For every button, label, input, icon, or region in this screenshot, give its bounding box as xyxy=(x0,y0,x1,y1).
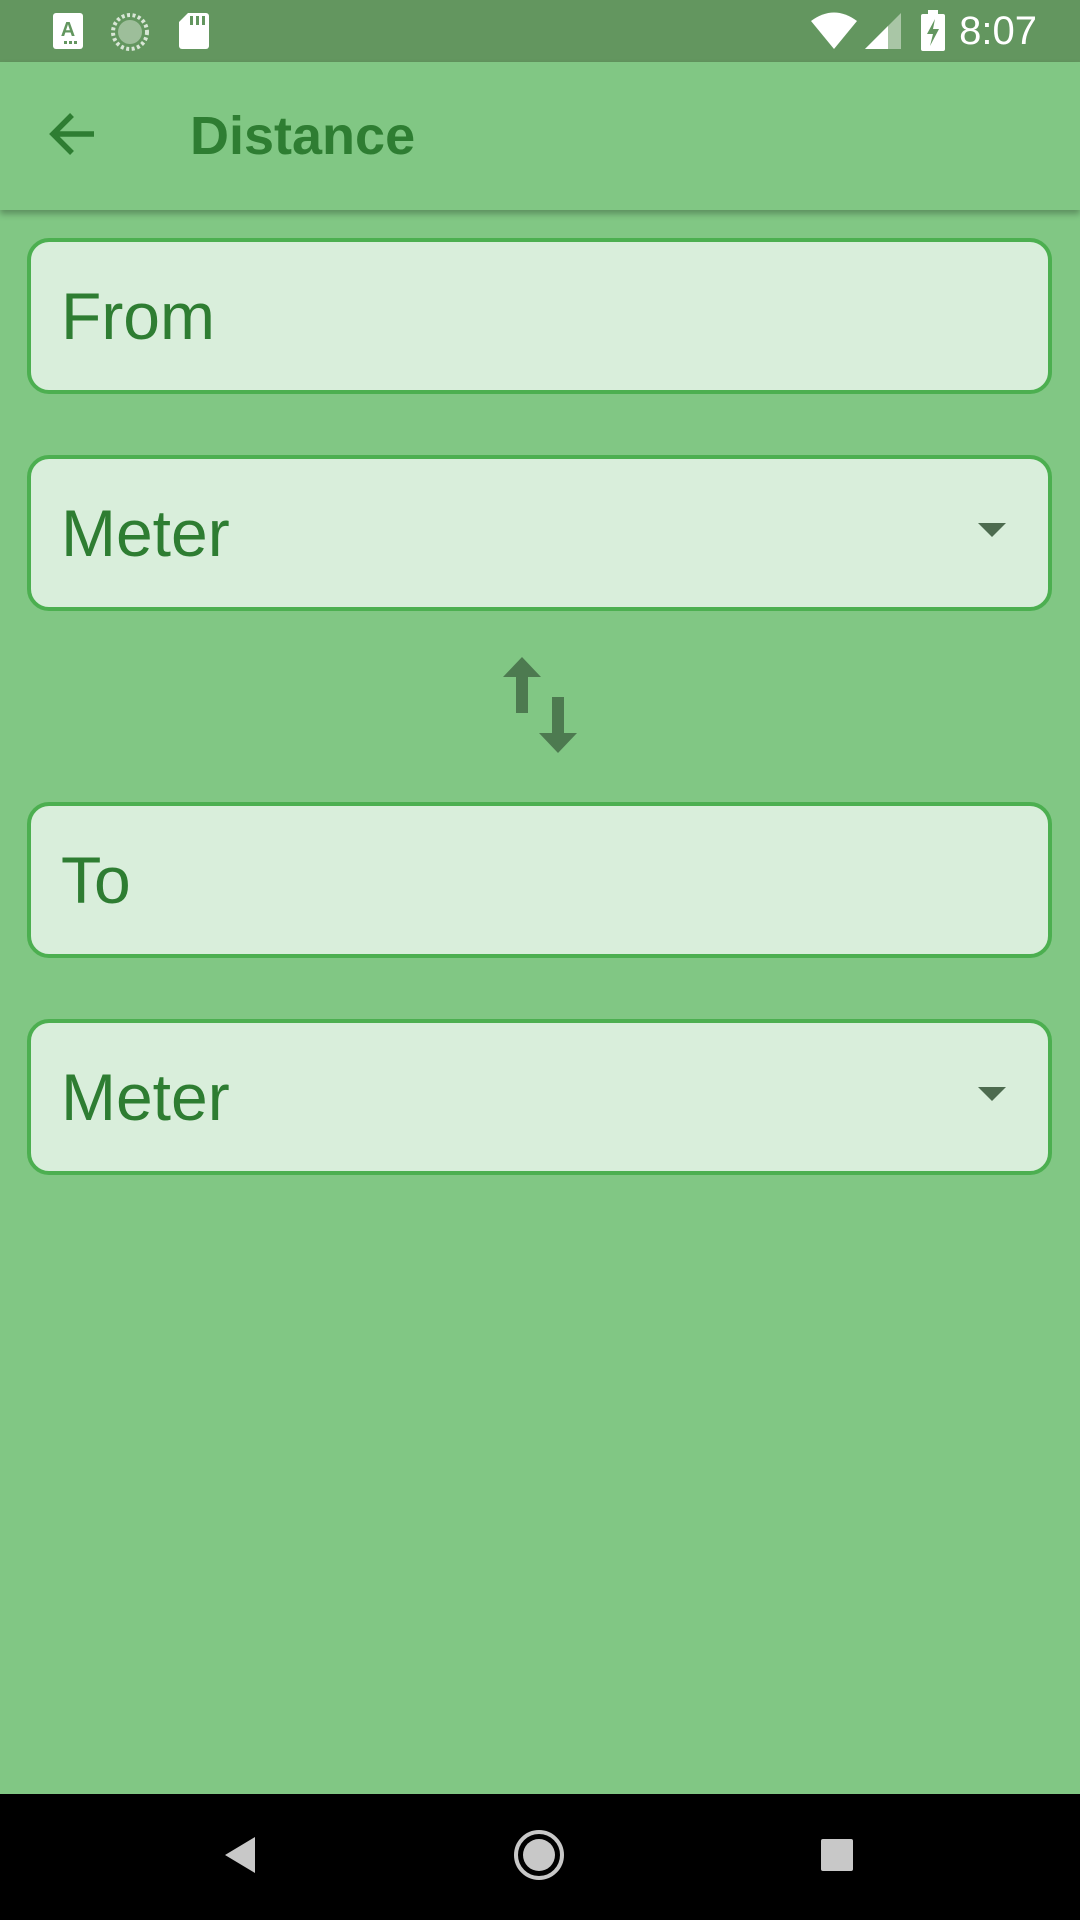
nav-home-button[interactable] xyxy=(504,1822,574,1892)
from-unit-selected: Meter xyxy=(61,496,230,570)
page-title: Distance xyxy=(190,106,416,166)
from-input[interactable]: From xyxy=(27,238,1052,394)
swap-vertical-icon xyxy=(501,655,579,760)
from-unit-dropdown[interactable]: Meter xyxy=(27,455,1052,611)
sync-circle-icon xyxy=(110,12,150,57)
status-bar: A 8:07 xyxy=(0,0,1080,62)
to-unit-dropdown[interactable]: Meter xyxy=(27,1019,1052,1175)
wifi-icon xyxy=(810,12,858,55)
swap-button[interactable] xyxy=(490,652,590,762)
nav-recents-button[interactable] xyxy=(802,1822,872,1892)
from-input-placeholder: From xyxy=(61,279,215,353)
battery-charging-icon xyxy=(920,10,946,57)
nav-back-button[interactable] xyxy=(205,1822,275,1892)
nav-home-icon xyxy=(513,1829,565,1886)
nav-back-icon xyxy=(222,1835,258,1880)
text-a-icon: A xyxy=(52,12,84,55)
to-unit-selected: Meter xyxy=(61,1060,230,1134)
sd-card-icon xyxy=(178,12,210,55)
nav-bar xyxy=(0,1794,1080,1920)
cell-signal-icon xyxy=(864,12,902,55)
to-input[interactable]: To xyxy=(27,802,1052,958)
to-input-placeholder: To xyxy=(61,843,131,917)
svg-text:A: A xyxy=(61,19,75,41)
back-button[interactable] xyxy=(36,100,108,172)
nav-recents-icon xyxy=(819,1837,855,1878)
status-time: 8:07 xyxy=(959,9,1037,53)
chevron-down-icon xyxy=(978,1087,1006,1106)
arrow-back-icon xyxy=(48,112,96,161)
screen: A 8:07 Distance From Meter To Meter xyxy=(0,0,1080,1920)
chevron-down-icon xyxy=(978,523,1006,542)
app-bar: Distance xyxy=(0,62,1080,210)
